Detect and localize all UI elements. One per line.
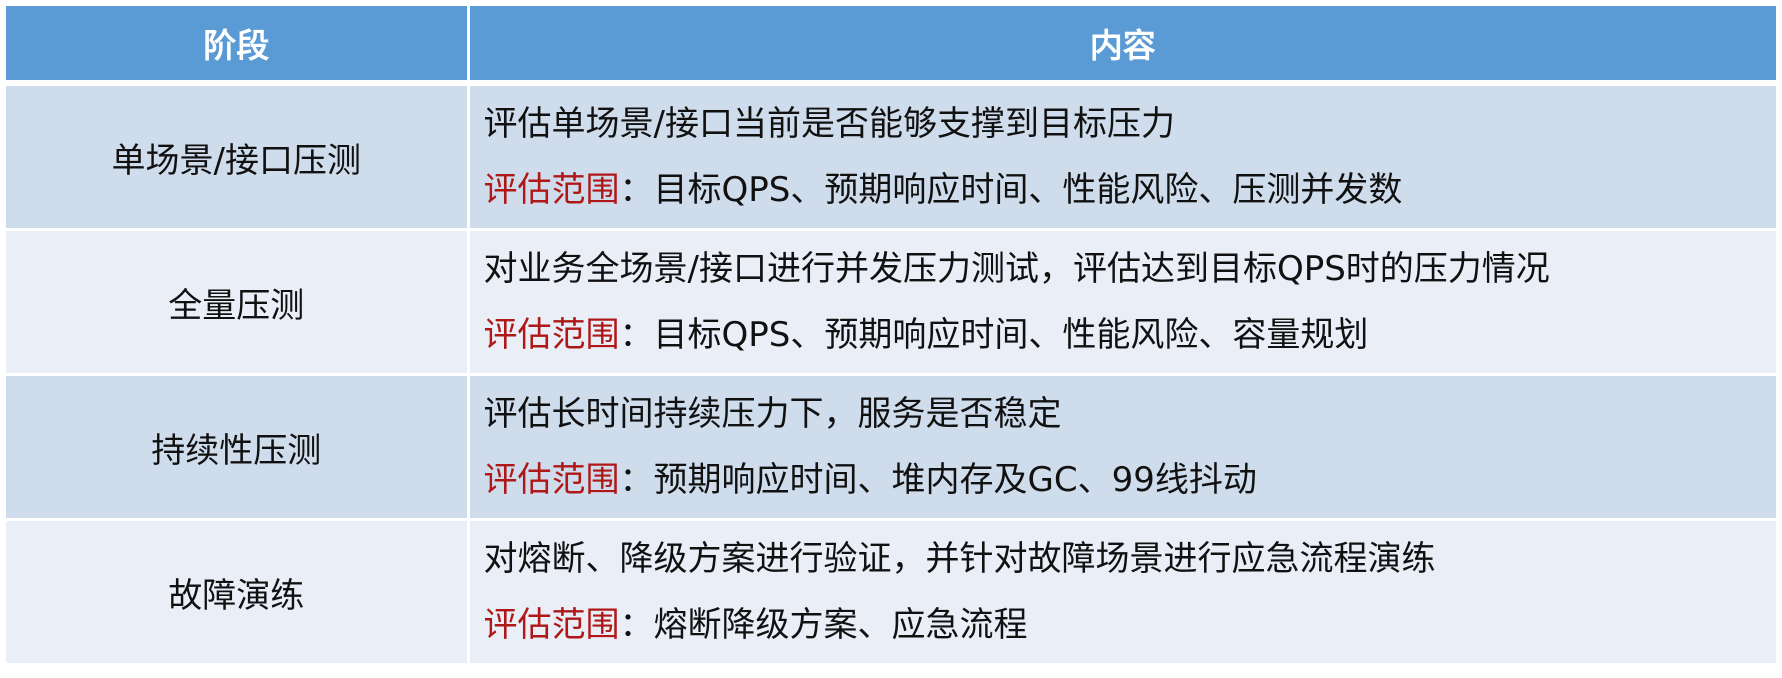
- table-row: 全量压测 对业务全场景/接口进行并发压力测试，评估达到目标QPS时的压力情况 评…: [6, 229, 1777, 376]
- header-stage: 阶段: [6, 6, 470, 86]
- content-description: 评估长时间持续压力下，服务是否稳定: [483, 394, 1062, 434]
- content-cell: 对熔断、降级方案进行验证，并针对故障场景进行应急流程演练 评估范围：熔断降级方案…: [468, 519, 1777, 666]
- stress-test-stage-table: 阶段 内容 单场景/接口压测 评估单场景/接口当前是否能够支撑到目标压力 评估范…: [6, 6, 1776, 666]
- scope-label: 评估范围: [483, 460, 620, 500]
- scope-text: ：熔断降级方案、应急流程: [619, 605, 1028, 645]
- content-cell: 对业务全场景/接口进行并发压力测试，评估达到目标QPS时的压力情况 评估范围：目…: [468, 229, 1777, 376]
- content-description: 对业务全场景/接口进行并发压力测试，评估达到目标QPS时的压力情况: [483, 249, 1550, 289]
- scope-label: 评估范围: [483, 315, 620, 355]
- scope-text: ：目标QPS、预期响应时间、性能风险、容量规划: [619, 315, 1369, 355]
- content-scope: 评估范围：目标QPS、预期响应时间、性能风险、容量规划: [484, 302, 1777, 368]
- scope-text: ：预期响应时间、堆内存及GC、99线抖动: [619, 460, 1257, 500]
- stage-cell: 持续性压测: [6, 374, 470, 521]
- content-cell: 评估单场景/接口当前是否能够支撑到目标压力 评估范围：目标QPS、预期响应时间、…: [468, 83, 1777, 231]
- scope-label: 评估范围: [483, 605, 620, 645]
- content-scope: 评估范围：熔断降级方案、应急流程: [484, 592, 1777, 658]
- content-description: 评估单场景/接口当前是否能够支撑到目标压力: [483, 104, 1175, 144]
- table-row: 单场景/接口压测 评估单场景/接口当前是否能够支撑到目标压力 评估范围：目标QP…: [6, 83, 1777, 231]
- stage-cell: 故障演练: [6, 519, 470, 666]
- content-scope: 评估范围：预期响应时间、堆内存及GC、99线抖动: [484, 447, 1777, 513]
- content-description: 对熔断、降级方案进行验证，并针对故障场景进行应急流程演练: [483, 539, 1436, 579]
- table-row: 持续性压测 评估长时间持续压力下，服务是否稳定 评估范围：预期响应时间、堆内存及…: [6, 374, 1777, 521]
- content-cell: 评估长时间持续压力下，服务是否稳定 评估范围：预期响应时间、堆内存及GC、99线…: [468, 374, 1777, 521]
- content-scope: 评估范围：目标QPS、预期响应时间、性能风险、压测并发数: [484, 157, 1777, 223]
- scope-label: 评估范围: [483, 170, 620, 210]
- scope-text: ：目标QPS、预期响应时间、性能风险、压测并发数: [619, 170, 1403, 210]
- header-content: 内容: [468, 6, 1776, 86]
- table-row: 故障演练 对熔断、降级方案进行验证，并针对故障场景进行应急流程演练 评估范围：熔…: [6, 519, 1777, 666]
- table-header-row: 阶段 内容: [6, 6, 1776, 86]
- stage-cell: 单场景/接口压测: [6, 83, 470, 231]
- stress-test-stage-table-container: 阶段 内容 单场景/接口压测 评估单场景/接口当前是否能够支撑到目标压力 评估范…: [6, 6, 1776, 666]
- stage-cell: 全量压测: [6, 229, 470, 376]
